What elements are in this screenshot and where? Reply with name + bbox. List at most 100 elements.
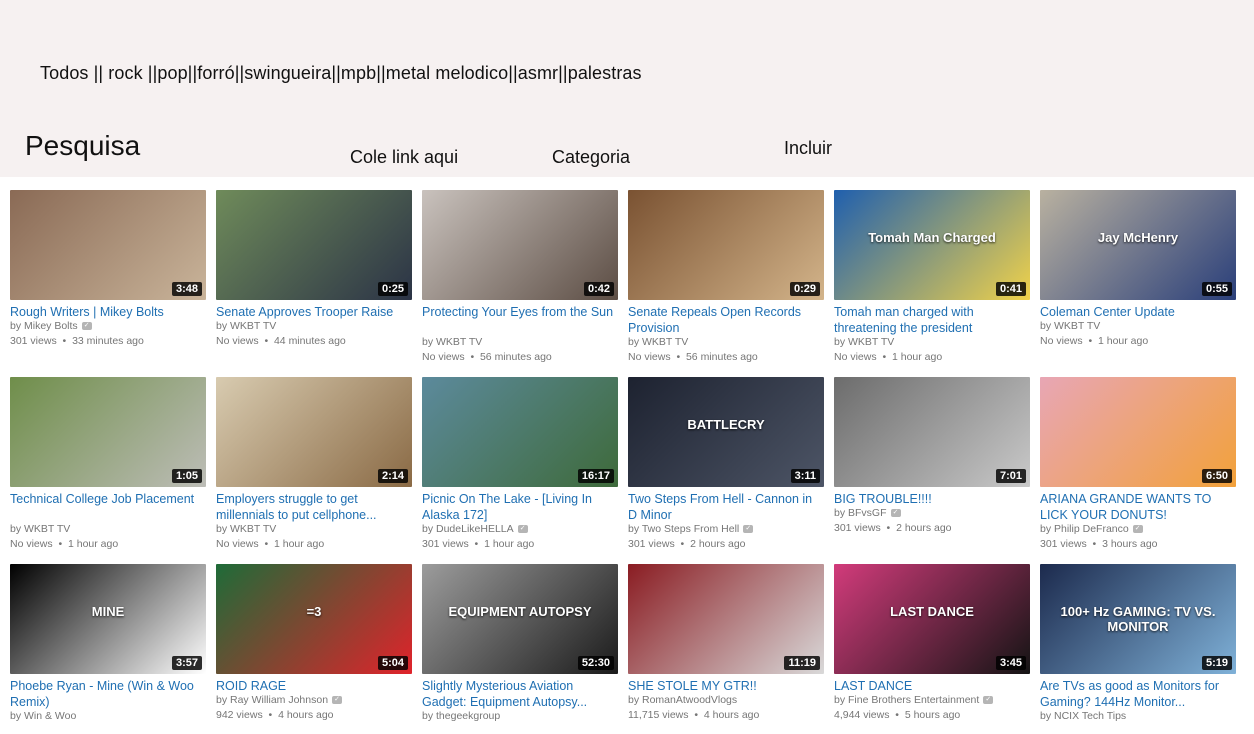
video-channel[interactable]: by WKBT TV	[628, 336, 688, 348]
video-title-link[interactable]: Tomah man charged with threatening the p…	[834, 304, 1030, 336]
separator-dot: •	[1082, 335, 1098, 347]
video-channel[interactable]: by Ray William Johnson ✓	[216, 694, 343, 706]
video-channel[interactable]: by RomanAtwoodVlogs	[628, 694, 737, 706]
video-channel[interactable]: by BFvsGF ✓	[834, 507, 901, 519]
video-title-link[interactable]: Picnic On The Lake - [Living In Alaska 1…	[422, 491, 618, 523]
video-thumbnail[interactable]: LAST DANCE 3:45	[834, 564, 1030, 674]
video-thumbnail[interactable]: 100+ Hz GAMING: TV VS. MONITOR 5:19	[1040, 564, 1236, 674]
video-channel[interactable]: by Mikey Bolts ✓	[10, 320, 92, 332]
thumbnail-overlay-text: Tomah Man Charged	[868, 230, 996, 245]
category-filter-bar[interactable]: Todos || rock ||pop||forró||swingueira||…	[40, 63, 642, 84]
video-card[interactable]: 6:50 ARIANA GRANDE WANTS TO LICK YOUR DON…	[1040, 377, 1236, 550]
video-channel[interactable]: by Fine Brothers Entertainment ✓	[834, 694, 994, 706]
verified-badge-icon: ✓	[743, 525, 754, 534]
video-stats: 301 views • 3 hours ago	[1040, 538, 1158, 550]
video-thumbnail[interactable]: 6:50	[1040, 377, 1236, 487]
video-card[interactable]: EQUIPMENT AUTOPSY 52:30 Slightly Mysteriou…	[422, 564, 618, 734]
video-title-link[interactable]: Protecting Your Eyes from the Sun	[422, 304, 618, 320]
video-channel[interactable]: by WKBT TV	[10, 523, 70, 535]
video-card[interactable]: BATTLECRY 3:11 Two Steps From Hell - Canno…	[628, 377, 824, 550]
video-card[interactable]: Tomah Man Charged 0:41 Tomah man charged w…	[834, 190, 1030, 363]
video-thumbnail[interactable]: 0:42	[422, 190, 618, 300]
video-title-link[interactable]: Coleman Center Update	[1040, 304, 1236, 320]
thumbnail-overlay-text: BATTLECRY	[687, 417, 765, 432]
video-thumbnail[interactable]: Tomah Man Charged 0:41	[834, 190, 1030, 300]
video-thumbnail[interactable]: 1:05	[10, 377, 206, 487]
video-card[interactable]: 0:42 Protecting Your Eyes from the Sun by …	[422, 190, 618, 363]
video-channel[interactable]: by thegeekgroup	[422, 710, 500, 722]
video-channel[interactable]: by WKBT TV	[834, 336, 894, 348]
separator-dot: •	[674, 538, 691, 550]
video-channel[interactable]: by NCIX Tech Tips	[1040, 710, 1126, 722]
video-channel[interactable]: by WKBT TV	[422, 336, 482, 348]
video-card[interactable]: 1:05 Technical College Job Placement by WK…	[10, 377, 206, 550]
video-title-link[interactable]: Senate Approves Trooper Raise	[216, 304, 412, 320]
video-channel[interactable]: by WKBT TV	[1040, 320, 1100, 332]
verified-badge-icon: ✓	[983, 696, 994, 705]
video-card[interactable]: 11:19 SHE STOLE MY GTR!! by RomanAtwoodVlo…	[628, 564, 824, 734]
channel-name: by WKBT TV	[1040, 320, 1101, 332]
video-title-link[interactable]: Technical College Job Placement	[10, 491, 206, 507]
video-card[interactable]: 100+ Hz GAMING: TV VS. MONITOR 5:19 Are TV…	[1040, 564, 1236, 734]
video-channel[interactable]: by Philip DeFranco ✓	[1040, 523, 1143, 535]
video-card[interactable]: 0:29 Senate Repeals Open Records Provisio…	[628, 190, 824, 363]
video-card[interactable]: 2:14 Employers struggle to get millennial…	[216, 377, 412, 550]
video-thumbnail[interactable]: EQUIPMENT AUTOPSY 52:30	[422, 564, 618, 674]
video-card[interactable]: LAST DANCE 3:45 LAST DANCE by Fine Brothers…	[834, 564, 1030, 734]
video-title-link[interactable]: Are TVs as good as Monitors for Gaming? …	[1040, 678, 1236, 710]
channel-name: by Two Steps From Hell	[628, 523, 740, 535]
video-title-link[interactable]: Slightly Mysterious Aviation Gadget: Equ…	[422, 678, 618, 710]
separator-dot: •	[258, 335, 274, 347]
video-title-link[interactable]: Phoebe Ryan - Mine (Win & Woo Remix)	[10, 678, 206, 710]
video-channel[interactable]: by DudeLikeHELLA ✓	[422, 523, 528, 535]
video-thumbnail[interactable]: BATTLECRY 3:11	[628, 377, 824, 487]
video-thumbnail[interactable]: 2:14	[216, 377, 412, 487]
video-title-link[interactable]: Senate Repeals Open Records Provision	[628, 304, 824, 336]
upload-age: 33 minutes ago	[72, 335, 144, 347]
thumbnail-overlay-text: Jay McHenry	[1097, 230, 1179, 245]
video-card[interactable]: =3 5:04 ROID RAGE by Ray William Johnson ✓ 94…	[216, 564, 412, 734]
video-duration: 2:14	[377, 469, 408, 483]
video-channel[interactable]: by Two Steps From Hell ✓	[628, 523, 754, 535]
upload-age: 1 hour ago	[67, 538, 119, 550]
channel-name: by Mikey Bolts	[10, 320, 78, 332]
video-channel[interactable]: by Win & Woo	[10, 710, 76, 722]
view-count: No views	[628, 351, 671, 363]
video-channel[interactable]: by WKBT TV	[216, 320, 276, 332]
video-card[interactable]: 3:48 Rough Writers | Mikey Bolts by Mikey …	[10, 190, 206, 360]
video-title-link[interactable]: Rough Writers | Mikey Bolts	[10, 304, 206, 320]
video-card[interactable]: 0:25 Senate Approves Trooper Raise by WKBT…	[216, 190, 412, 360]
video-thumbnail[interactable]: =3 5:04	[216, 564, 412, 674]
include-button[interactable]: Incluir	[784, 138, 832, 159]
video-title-link[interactable]: Employers struggle to get millennials to…	[216, 491, 412, 523]
video-stats: 301 views • 1 hour ago	[422, 538, 534, 550]
video-card[interactable]: MINE 3:57 Phoebe Ryan - Mine (Win & Woo Re…	[10, 564, 206, 734]
video-card[interactable]: 7:01 BIG TROUBLE!!!! by BFvsGF ✓ 301 views •…	[834, 377, 1030, 547]
video-thumbnail[interactable]: 0:29	[628, 190, 824, 300]
video-thumbnail[interactable]: 0:25	[216, 190, 412, 300]
video-title-link[interactable]: Two Steps From Hell - Cannon in D Minor	[628, 491, 824, 523]
video-channel[interactable]: by WKBT TV	[216, 523, 276, 535]
video-thumbnail[interactable]: 11:19	[628, 564, 824, 674]
video-card[interactable]: 16:17 Picnic On The Lake - [Living In Ala…	[422, 377, 618, 550]
video-title-link[interactable]: ROID RAGE	[216, 678, 412, 694]
upload-age: 44 minutes ago	[273, 335, 346, 347]
video-thumbnail[interactable]: 16:17	[422, 377, 618, 487]
video-stats: 301 views • 2 hours ago	[628, 538, 746, 550]
video-title-link[interactable]: LAST DANCE	[834, 678, 1030, 694]
channel-name: by WKBT TV	[216, 320, 277, 332]
video-thumbnail[interactable]: MINE 3:57	[10, 564, 206, 674]
video-duration: 0:25	[377, 282, 408, 296]
video-thumbnail[interactable]: 3:48	[10, 190, 206, 300]
video-title-link[interactable]: BIG TROUBLE!!!!	[834, 491, 1030, 507]
separator-dot: •	[52, 538, 68, 550]
video-title-link[interactable]: SHE STOLE MY GTR!!	[628, 678, 824, 694]
view-count: 301 views	[422, 538, 469, 550]
video-card[interactable]: Jay McHenry 0:55 Coleman Center Update by W…	[1040, 190, 1236, 360]
channel-name: by Win & Woo	[10, 710, 77, 722]
view-count: 301 views	[834, 522, 881, 534]
video-thumbnail[interactable]: Jay McHenry 0:55	[1040, 190, 1236, 300]
view-count: No views	[216, 538, 259, 550]
video-title-link[interactable]: ARIANA GRANDE WANTS TO LICK YOUR DONUTS!	[1040, 491, 1236, 523]
video-thumbnail[interactable]: 7:01	[834, 377, 1030, 487]
